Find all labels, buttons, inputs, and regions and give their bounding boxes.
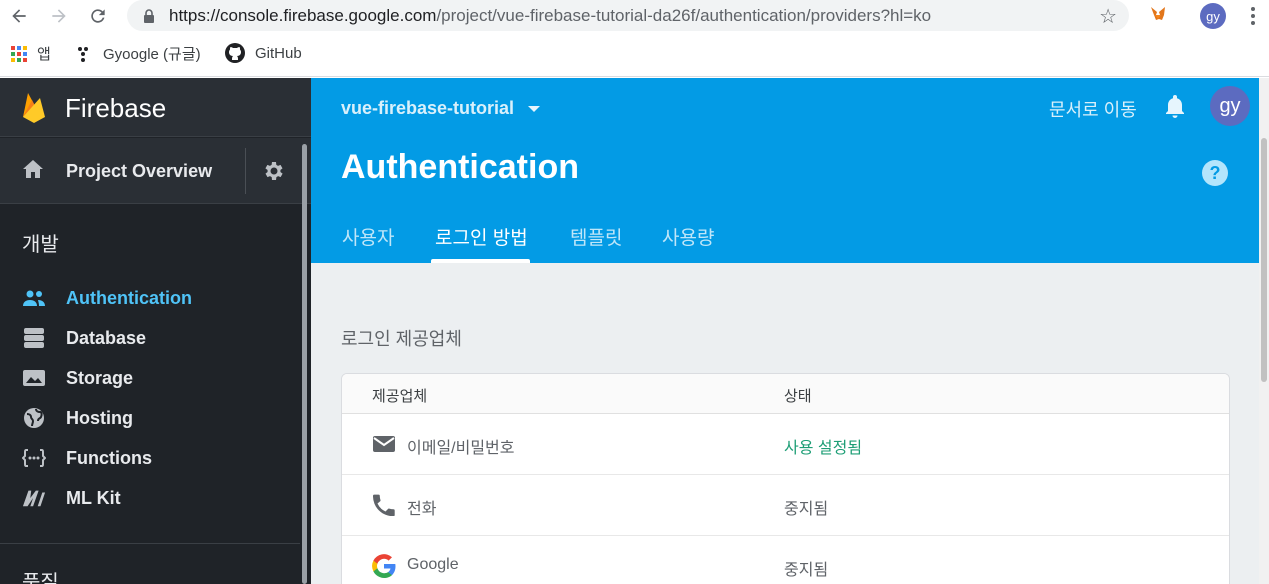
- help-icon[interactable]: ?: [1202, 160, 1228, 186]
- sidebar-item-label: Hosting: [66, 408, 133, 428]
- bookmark-gyoogle[interactable]: Gyoogle (규글): [77, 43, 201, 64]
- tab-templates[interactable]: 템플릿: [570, 223, 622, 250]
- sidebar-item-label: Database: [66, 328, 147, 348]
- user-avatar[interactable]: gy: [1210, 86, 1250, 126]
- provider-name: 이메일/비밀번호: [407, 440, 515, 457]
- home-icon: [23, 160, 43, 178]
- table-row[interactable]: 이메일/비밀번호 사용 설정됨: [342, 414, 1229, 475]
- back-icon[interactable]: [7, 4, 31, 28]
- url-text: https://console.firebase.google.com/proj…: [169, 6, 932, 25]
- auth-header: vue-firebase-tutorial 문서로 이동 gy Authenti…: [311, 78, 1259, 263]
- section-develop: 개발: [22, 234, 59, 256]
- mlkit-icon: [22, 487, 46, 509]
- reload-icon[interactable]: [86, 4, 110, 28]
- section-title: 로그인 제공업체: [341, 329, 462, 349]
- tab-sign-in-method[interactable]: 로그인 방법: [435, 223, 528, 250]
- browser-menu-icon[interactable]: [1246, 5, 1260, 27]
- sidebar-divider: [0, 543, 300, 544]
- sidebar-item-label: Storage: [66, 368, 134, 388]
- project-selector[interactable]: vue-firebase-tutorial: [341, 98, 541, 119]
- table-header: 제공업체 상태: [342, 374, 1229, 414]
- sidebar-item-mlkit[interactable]: ML Kit: [0, 478, 300, 518]
- sidebar-item-functions[interactable]: Functions: [0, 438, 300, 478]
- globe-icon: [22, 407, 46, 429]
- google-icon: [372, 554, 396, 578]
- page-scrollbar[interactable]: [1259, 78, 1269, 584]
- providers-table: 제공업체 상태 이메일/비밀번호 사용 설정됨 전화 중지됨 Google 중지…: [341, 373, 1230, 584]
- firebase-brand-name: Firebase: [65, 93, 167, 123]
- provider-status: 중지됨: [784, 501, 829, 518]
- scrollbar-thumb[interactable]: [1261, 138, 1267, 382]
- people-icon: [22, 287, 46, 309]
- docs-link[interactable]: 문서로 이동: [1049, 96, 1137, 122]
- provider-status: 중지됨: [784, 562, 829, 579]
- main-content: 로그인 제공업체 제공업체 상태 이메일/비밀번호 사용 설정됨 전화 중지됨: [311, 263, 1259, 584]
- database-icon: [22, 327, 46, 349]
- bookmark-github[interactable]: GitHub: [225, 43, 302, 63]
- sidebar-item-label: Authentication: [66, 288, 192, 308]
- table-row[interactable]: Google 중지됨: [342, 536, 1229, 584]
- address-bar[interactable]: https://console.firebase.google.com/proj…: [127, 0, 1129, 31]
- section-quality: 품질: [22, 572, 59, 584]
- functions-icon: [22, 447, 46, 469]
- bookmarks-bar: 앱 Gyoogle (규글) GitHub: [0, 31, 1269, 77]
- overview-divider: [245, 148, 246, 194]
- bookmark-label: 앱: [37, 46, 51, 63]
- email-icon: [372, 432, 396, 456]
- apps-grid-icon: [11, 45, 27, 62]
- metamask-fox-icon[interactable]: [1149, 5, 1167, 28]
- firebase-flame-icon: [23, 93, 45, 123]
- column-header-provider: 제공업체: [372, 388, 428, 405]
- bell-icon[interactable]: [1164, 95, 1186, 119]
- chevron-down-icon: [528, 105, 541, 112]
- lock-icon: [144, 9, 154, 23]
- phone-icon: [372, 493, 396, 517]
- sidebar-scrollbar[interactable]: [302, 144, 307, 584]
- bookmark-star-icon[interactable]: ☆: [1099, 4, 1117, 29]
- bookmark-label: GitHub: [255, 44, 302, 62]
- provider-name: Google: [407, 556, 459, 573]
- image-icon: [22, 367, 46, 389]
- column-header-status: 상태: [784, 388, 812, 405]
- sidebar-item-database[interactable]: Database: [0, 318, 300, 358]
- sidebar-item-label: Functions: [66, 448, 152, 468]
- browser-toolbar: https://console.firebase.google.com/proj…: [0, 0, 1269, 31]
- tab-users[interactable]: 사용자: [342, 223, 394, 250]
- forward-icon[interactable]: [47, 4, 71, 28]
- project-overview-label: Project Overview: [66, 161, 213, 181]
- provider-status: 사용 설정됨: [784, 440, 863, 457]
- sidebar-item-authentication[interactable]: Authentication: [0, 278, 300, 318]
- browser-profile-avatar[interactable]: gy: [1200, 3, 1226, 29]
- sidebar-item-hosting[interactable]: Hosting: [0, 398, 300, 438]
- firebase-brand[interactable]: Firebase: [0, 78, 311, 137]
- sidebar-item-label: ML Kit: [66, 488, 121, 508]
- settings-gear-icon[interactable]: [261, 159, 285, 183]
- project-name: vue-firebase-tutorial: [341, 98, 515, 118]
- tab-usage[interactable]: 사용량: [662, 223, 714, 250]
- provider-name: 전화: [407, 501, 437, 518]
- bookmark-label: Gyoogle (규글): [103, 46, 201, 63]
- project-overview[interactable]: Project Overview: [0, 138, 311, 204]
- page-title: Authentication: [341, 148, 579, 186]
- firebase-sidebar: Firebase Project Overview 개발 Authenticat…: [0, 78, 311, 584]
- sidebar-item-storage[interactable]: Storage: [0, 358, 300, 398]
- dots-logo-icon: [77, 46, 93, 62]
- bookmark-apps[interactable]: 앱: [11, 43, 51, 64]
- table-row[interactable]: 전화 중지됨: [342, 475, 1229, 536]
- github-icon: [225, 43, 245, 63]
